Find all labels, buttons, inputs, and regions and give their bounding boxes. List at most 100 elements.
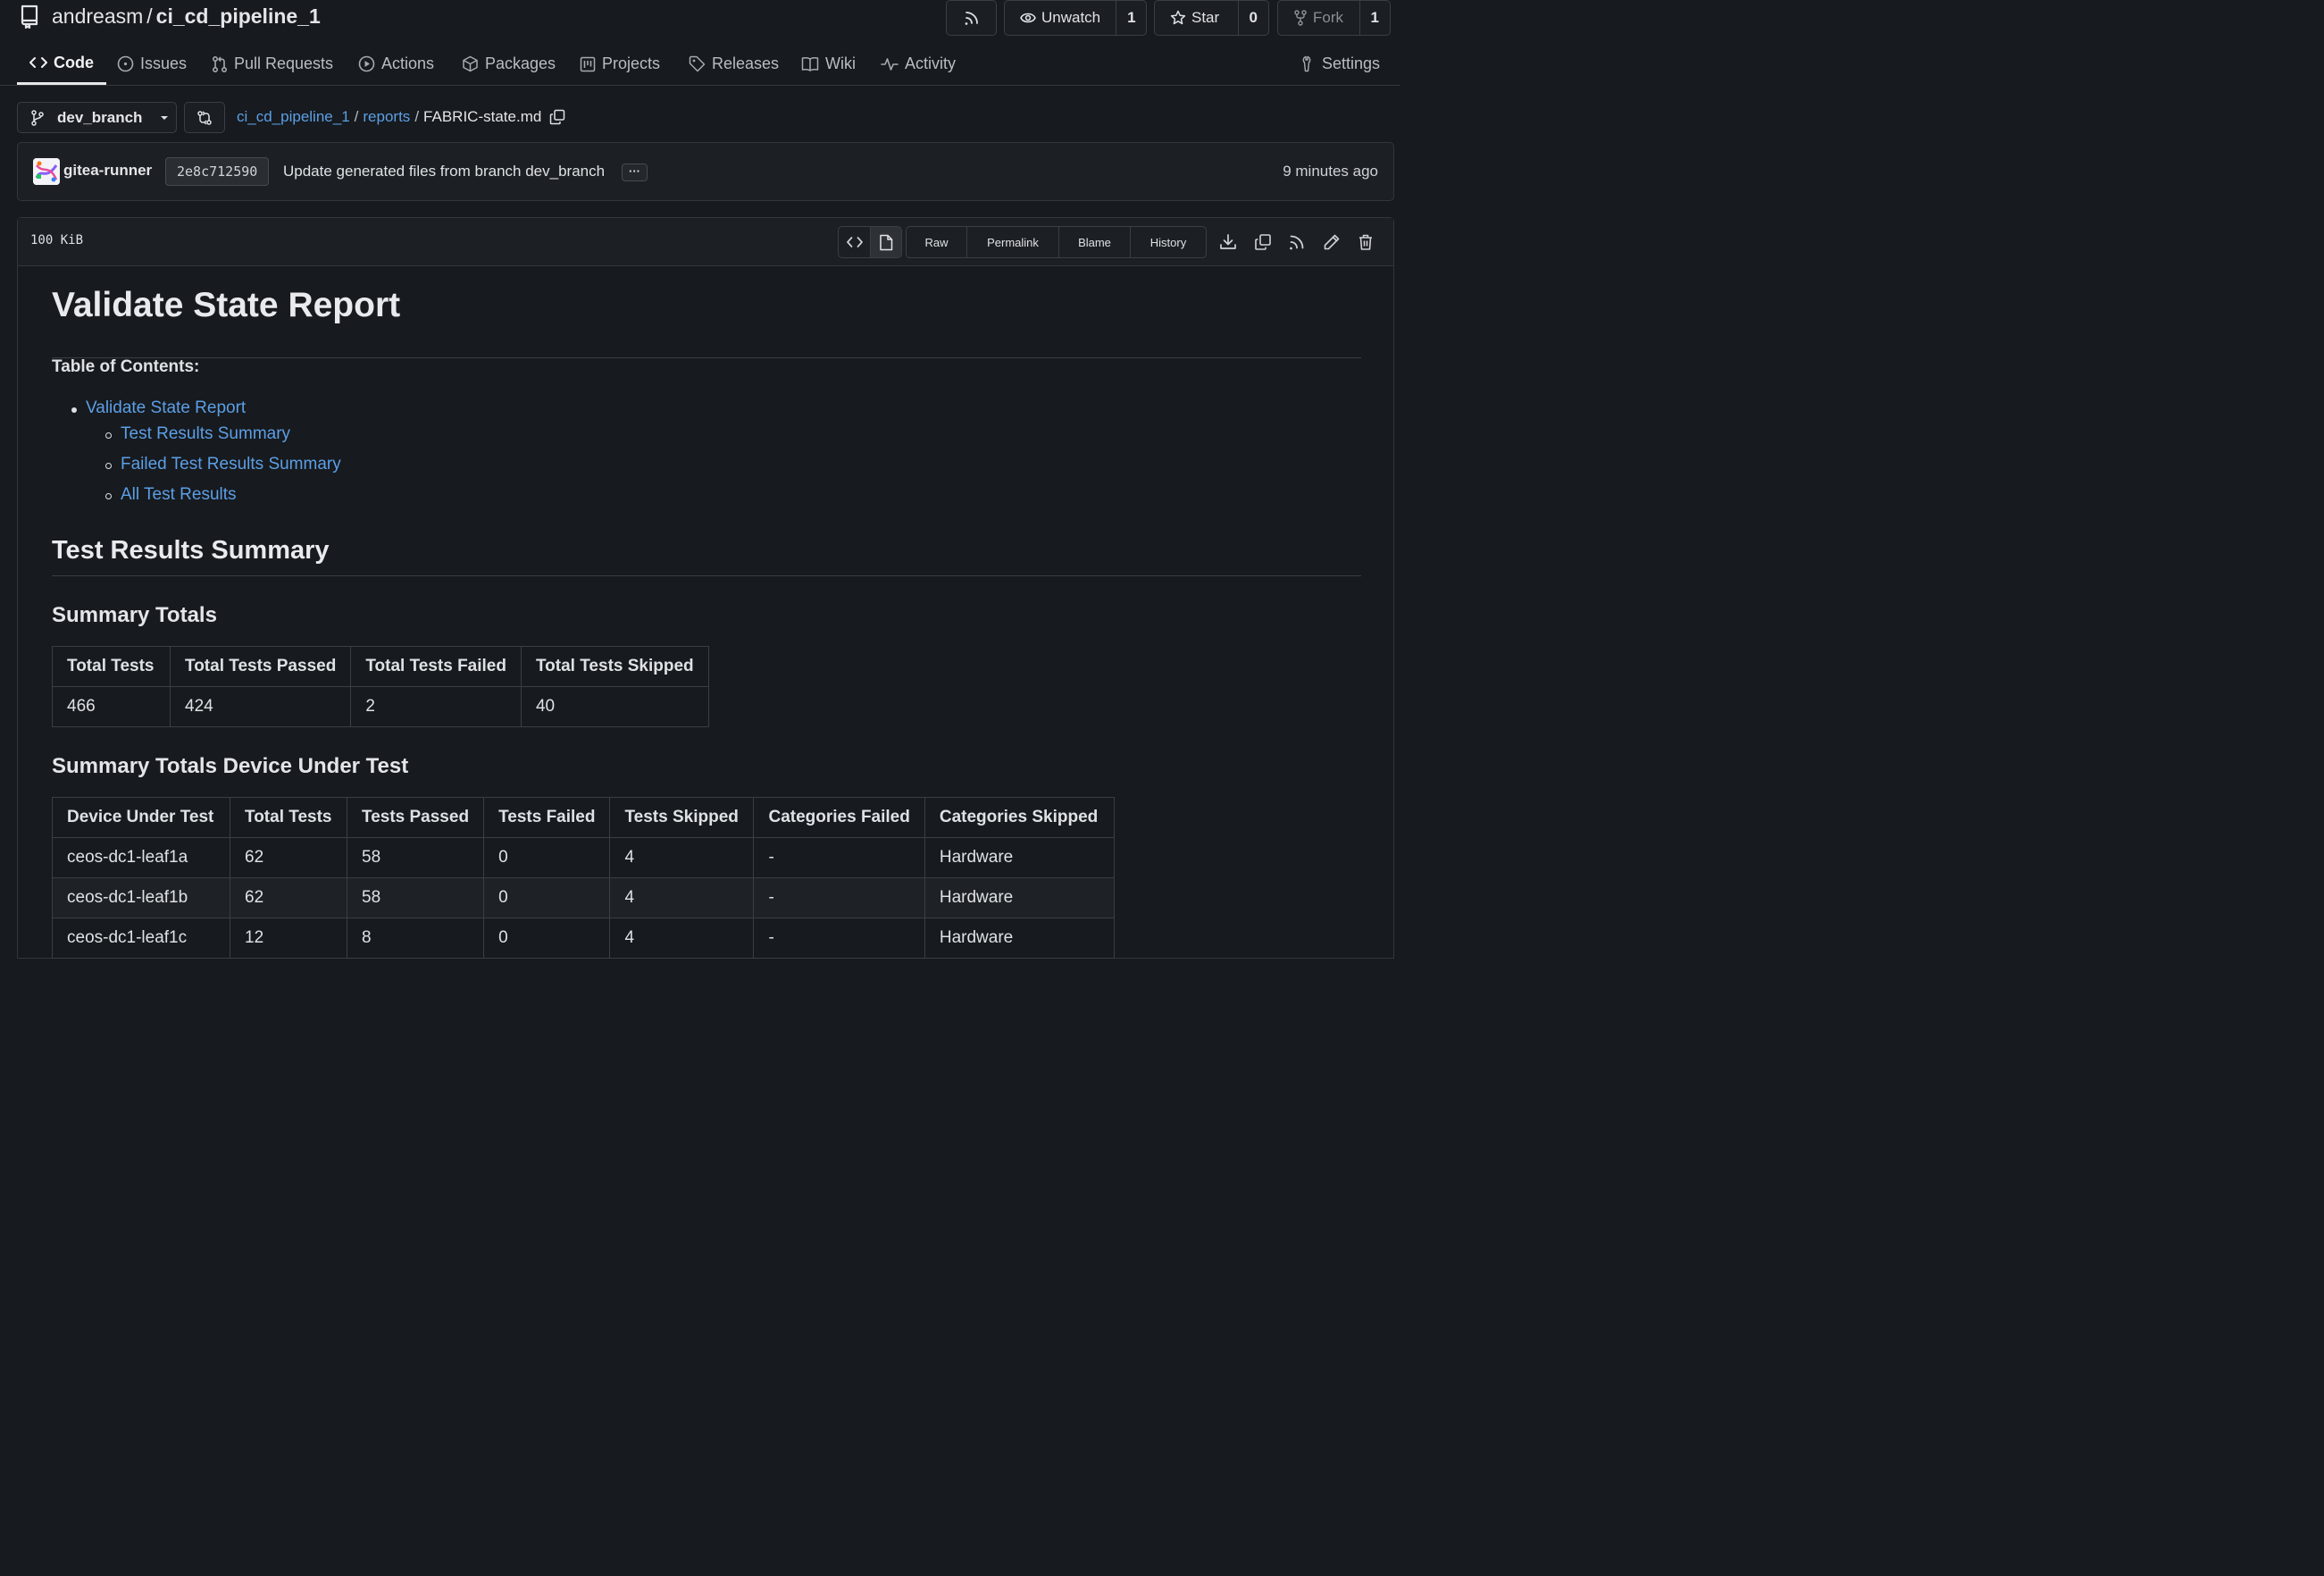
- commit-sha-button[interactable]: 2e8c712590: [165, 157, 270, 186]
- code-icon: [846, 236, 863, 248]
- branch-selector[interactable]: dev_branch: [17, 102, 177, 133]
- repo-title: andreasm / ci_cd_pipeline_1: [20, 4, 321, 29]
- table-cell: 58: [346, 877, 485, 918]
- tab-code[interactable]: Code: [17, 43, 106, 85]
- code-icon: [29, 55, 47, 70]
- toc-link-failed-test-results-summary[interactable]: Failed Test Results Summary: [121, 455, 341, 474]
- table-cell: -: [753, 877, 925, 918]
- fork-button[interactable]: Fork: [1278, 1, 1359, 35]
- latest-commit-bar: gitea-runner 2e8c712590 Update generated…: [17, 142, 1394, 201]
- table-cell: 466: [52, 686, 171, 727]
- tab-label: Packages: [485, 54, 556, 72]
- raw-button[interactable]: Raw: [907, 227, 966, 257]
- table-header-cell: Tests Passed: [346, 797, 485, 838]
- table-row: ceos-dc1-leaf1b 62 58 0 4 - Hardware: [52, 877, 1115, 918]
- commit-expand-button[interactable]: ···: [622, 163, 648, 181]
- bullet: [71, 407, 77, 413]
- toc-link-validate-state-report[interactable]: Validate State Report: [86, 398, 246, 418]
- watchers-count[interactable]: 1: [1116, 1, 1146, 35]
- compare-button[interactable]: [184, 102, 225, 133]
- file-header: 100 KiB Raw Permalink Blame History: [18, 218, 1393, 266]
- tab-releases[interactable]: Releases: [689, 43, 779, 85]
- table-cell: 4: [609, 918, 755, 959]
- tab-actions[interactable]: Actions: [358, 43, 434, 85]
- table-cell: ceos-dc1-leaf1b: [52, 877, 230, 918]
- download-icon[interactable]: [1219, 233, 1237, 251]
- repo-name-link[interactable]: ci_cd_pipeline_1: [156, 4, 321, 29]
- repo-owner-link[interactable]: andreasm: [52, 4, 143, 29]
- breadcrumb-repo-link[interactable]: ci_cd_pipeline_1: [237, 108, 350, 126]
- avatar[interactable]: [33, 158, 60, 185]
- tab-label: Code: [54, 53, 94, 71]
- copy-path-icon[interactable]: [549, 109, 565, 125]
- tab-label: Releases: [712, 54, 780, 72]
- fork-group: Fork 1: [1277, 0, 1391, 36]
- tab-issues[interactable]: Issues: [117, 43, 187, 85]
- table-cell: Hardware: [924, 877, 1115, 918]
- table-cell: Hardware: [924, 837, 1115, 878]
- tab-activity[interactable]: Activity: [881, 43, 956, 85]
- table-cell: 12: [230, 918, 347, 959]
- commit-message[interactable]: Update generated files from branch dev_b…: [283, 163, 605, 180]
- section-heading: Test Results Summary: [52, 536, 1361, 576]
- tab-projects[interactable]: Projects: [580, 43, 660, 85]
- unwatch-label: Unwatch: [1041, 9, 1101, 26]
- commit-author[interactable]: gitea-runner: [63, 162, 152, 180]
- view-toggle: [838, 226, 902, 258]
- rss-feed-button[interactable]: [946, 0, 997, 36]
- trash-icon[interactable]: [1357, 233, 1375, 251]
- breadcrumb-separator: /: [354, 108, 359, 125]
- tab-label: Pull Requests: [234, 54, 334, 72]
- eye-icon: [1020, 12, 1036, 24]
- tab-label: Issues: [140, 54, 188, 72]
- summary-dut-table: Device Under Test Total Tests Tests Pass…: [52, 797, 1115, 959]
- tab-label: Wiki: [825, 54, 856, 72]
- repo-tabs: Code Issues Pull Requests Actions Packag…: [0, 43, 1400, 86]
- blame-button[interactable]: Blame: [1058, 227, 1130, 257]
- permalink-button[interactable]: Permalink: [966, 227, 1058, 257]
- package-icon: [462, 55, 479, 72]
- branch-icon: [30, 109, 45, 126]
- tab-wiki[interactable]: Wiki: [801, 43, 856, 85]
- breadcrumb-folder-link[interactable]: reports: [363, 108, 410, 126]
- pulse-icon: [881, 57, 899, 71]
- table-cell: 0: [483, 837, 611, 878]
- tab-packages[interactable]: Packages: [462, 43, 556, 85]
- summary-totals-heading: Summary Totals: [52, 603, 217, 627]
- toc-title: Table of Contents:: [52, 357, 200, 376]
- source-view-button[interactable]: [839, 227, 870, 257]
- forks-count[interactable]: 1: [1358, 1, 1390, 35]
- rendered-view-button[interactable]: [870, 227, 901, 257]
- book-icon: [801, 56, 819, 71]
- table-header-cell: Total Tests Skipped: [520, 646, 709, 687]
- star-button[interactable]: Star: [1155, 1, 1238, 35]
- fork-label: Fork: [1313, 9, 1343, 26]
- table-header-cell: Device Under Test: [52, 797, 230, 838]
- star-icon: [1170, 10, 1186, 26]
- toc-link-test-results-summary[interactable]: Test Results Summary: [121, 424, 290, 444]
- table-header-cell: Categories Skipped: [924, 797, 1115, 838]
- circle-bullet: [105, 463, 112, 469]
- history-button[interactable]: History: [1130, 227, 1206, 257]
- caret-down-icon: [160, 115, 169, 121]
- file-view: 100 KiB Raw Permalink Blame History Vali…: [17, 217, 1394, 959]
- breadcrumb: ci_cd_pipeline_1 / reports / FABRIC-stat…: [237, 108, 565, 126]
- rss-icon[interactable]: [1288, 233, 1306, 251]
- issue-icon: [117, 55, 134, 72]
- copy-icon[interactable]: [1254, 233, 1272, 251]
- tab-pull-requests[interactable]: Pull Requests: [212, 43, 333, 85]
- file-icon: [879, 234, 893, 251]
- toc-link-all-test-results[interactable]: All Test Results: [121, 485, 237, 505]
- tab-settings[interactable]: Settings: [1300, 43, 1380, 85]
- table-cell: ceos-dc1-leaf1c: [52, 918, 230, 959]
- branch-name: dev_branch: [57, 108, 143, 126]
- rss-icon: [964, 10, 980, 26]
- table-cell: Hardware: [924, 918, 1115, 959]
- compare-icon: [196, 110, 213, 126]
- unwatch-button[interactable]: Unwatch: [1005, 1, 1116, 35]
- table-header-cell: Total Tests Failed: [350, 646, 522, 687]
- table-cell: 424: [169, 686, 352, 727]
- edit-pencil-icon[interactable]: [1323, 233, 1341, 251]
- stars-count[interactable]: 0: [1237, 1, 1268, 35]
- table-header-row: Total Tests Total Tests Passed Total Tes…: [52, 646, 709, 687]
